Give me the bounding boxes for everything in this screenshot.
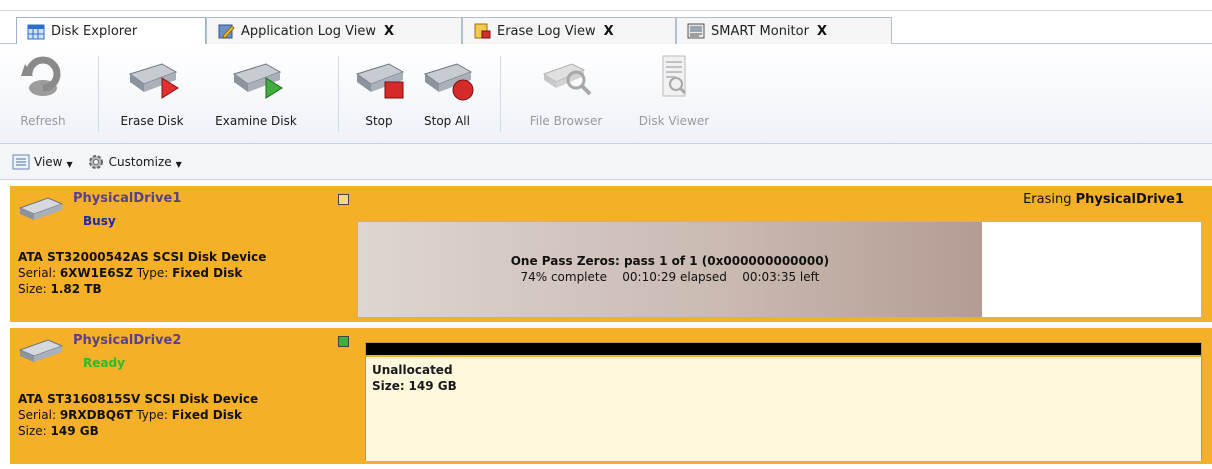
close-icon[interactable]: X [604, 24, 614, 39]
size-label: Size: [18, 424, 47, 438]
progress-elapsed: 00:10:29 elapsed [622, 270, 727, 284]
tab-disk-explorer[interactable]: Disk Explorer [16, 17, 206, 45]
progress-pass-label: One Pass Zeros: pass 1 of 1 (0x000000000… [510, 254, 830, 268]
serial-label: Serial: [18, 266, 56, 280]
stop-all-label: Stop All [424, 114, 470, 128]
drive-size: Size: 1.82 TB [18, 282, 102, 296]
tab-smart-monitor[interactable]: SMART Monitor X [676, 17, 892, 44]
erase-header-prefix: Erasing [1023, 192, 1072, 207]
drive-select-checkbox[interactable] [338, 194, 349, 205]
drive-serial-type: Serial: 6XW1E6SZ Type: Fixed Disk [18, 266, 242, 280]
title-divider [0, 10, 1212, 11]
disk-viewer-label: Disk Viewer [638, 114, 710, 128]
serial-label: Serial: [18, 408, 56, 422]
drive-select-checkbox[interactable] [338, 336, 349, 347]
examine-disk-icon [232, 63, 283, 99]
tab-label: SMART Monitor [711, 23, 809, 39]
serial-value: 6XW1E6SZ [59, 266, 133, 280]
type-value: Fixed Disk [171, 408, 242, 422]
unallocated-label: Unallocated [372, 363, 453, 377]
unallocated-region[interactable]: Unallocated Size: 149 GB [366, 357, 1201, 461]
tab-application-log-view[interactable]: Application Log View X [206, 17, 462, 44]
view-menu-button[interactable]: View ▼ [12, 154, 73, 170]
ribbon-separator [338, 56, 339, 132]
close-icon[interactable]: X [384, 24, 394, 39]
customize-menu-button[interactable]: Customize ▼ [87, 153, 182, 171]
file-browser-label: File Browser [529, 114, 603, 128]
type-label: Type: [136, 266, 169, 280]
ribbon-separator [500, 56, 501, 132]
file-browser-icon [542, 63, 592, 96]
partition-map[interactable]: Unallocated Size: 149 GB [365, 342, 1202, 461]
unallocated-size: Size: 149 GB [372, 379, 457, 393]
drive-model: ATA ST3160815SV SCSI Disk Device [18, 392, 259, 406]
erase-status-header: Erasing PhysicalDrive1 [1023, 192, 1184, 207]
stop-label: Stop [365, 114, 393, 128]
drive-name: PhysicalDrive2 [73, 333, 182, 348]
stop-icon [355, 63, 405, 99]
monitor-icon [687, 23, 705, 39]
examine-disk-button[interactable]: Examine Disk [204, 52, 308, 138]
tab-label: Erase Log View [497, 23, 596, 39]
erase-log-icon [474, 23, 491, 39]
erase-disk-label: Erase Disk [120, 114, 184, 128]
close-icon[interactable]: X [817, 24, 827, 39]
type-value: Fixed Disk [172, 266, 243, 280]
drive-model: ATA ST32000542AS SCSI Disk Device [18, 250, 267, 264]
stop-button[interactable]: Stop [350, 52, 408, 138]
progress-stats: 74% complete 00:10:29 elapsed 00:03:35 l… [358, 270, 982, 284]
view-label: View [34, 154, 63, 169]
erase-disk-icon [128, 63, 179, 99]
disk-viewer-button[interactable]: Disk Viewer [634, 52, 714, 138]
drive-name: PhysicalDrive1 [73, 191, 182, 206]
progress-left: 00:03:35 left [742, 270, 820, 284]
drive-row[interactable]: PhysicalDrive2 Ready ATA ST3160815SV SCS… [10, 328, 1212, 464]
chevron-down-icon: ▼ [66, 160, 73, 169]
type-label: Type: [136, 408, 168, 422]
grid-icon [27, 24, 45, 39]
partition-bar [366, 343, 1201, 355]
view-options-bar: View ▼ Customize ▼ [0, 144, 1212, 180]
ribbon-toolbar: Refresh Erase Disk Examine Disk Stop Sto… [0, 44, 1212, 144]
erase-header-drive: PhysicalDrive1 [1075, 192, 1184, 207]
drive-info: PhysicalDrive1 Busy ATA ST32000542AS SCS… [10, 186, 355, 322]
drive-info: PhysicalDrive2 Ready ATA ST3160815SV SCS… [10, 328, 355, 464]
tab-bar: Disk Explorer Application Log View X Era… [0, 0, 1212, 45]
progress-percent: 74% complete [520, 270, 607, 284]
disk-viewer-icon [662, 55, 687, 97]
erase-disk-button[interactable]: Erase Disk [112, 52, 192, 138]
log-pencil-icon [218, 24, 235, 39]
drive-row[interactable]: PhysicalDrive1 Busy ATA ST32000542AS SCS… [10, 186, 1212, 322]
gear-icon [88, 154, 103, 169]
hard-drive-icon [18, 197, 64, 220]
erase-progress-panel: One Pass Zeros: pass 1 of 1 (0x000000000… [357, 221, 1202, 318]
ribbon-separator [98, 56, 99, 132]
size-value: 149 GB [50, 424, 99, 438]
chevron-down-icon: ▼ [175, 160, 182, 169]
hard-drive-icon [18, 339, 64, 362]
refresh-label: Refresh [20, 114, 66, 128]
refresh-button[interactable]: Refresh [16, 52, 70, 138]
size-label: Size: [18, 282, 47, 296]
drive-serial-type: Serial: 9RXDBQ6T Type: Fixed Disk [18, 408, 242, 422]
unallocated-size-label: Size: [372, 379, 405, 393]
customize-label: Customize [108, 154, 172, 169]
drive-size: Size: 149 GB [18, 424, 99, 438]
progress-text-area: One Pass Zeros: pass 1 of 1 (0x000000000… [358, 222, 982, 317]
examine-disk-label: Examine Disk [215, 114, 297, 128]
progress-pass-text: One Pass Zeros: pass 1 of 1 (0x000000000… [358, 254, 982, 268]
tab-label: Application Log View [241, 23, 376, 39]
unallocated-size-value: 149 GB [408, 379, 457, 393]
tab-erase-log-view[interactable]: Erase Log View X [462, 17, 676, 44]
view-list-icon [12, 154, 30, 169]
stop-all-icon [423, 63, 474, 101]
drive-status: Ready [83, 356, 125, 370]
drive-status: Busy [83, 214, 116, 228]
size-value: 1.82 TB [50, 282, 102, 296]
serial-value: 9RXDBQ6T [59, 408, 133, 422]
tab-label: Disk Explorer [51, 24, 138, 39]
file-browser-button[interactable]: File Browser [514, 52, 618, 138]
stop-all-button[interactable]: Stop All [414, 52, 480, 138]
refresh-icon [21, 56, 61, 96]
